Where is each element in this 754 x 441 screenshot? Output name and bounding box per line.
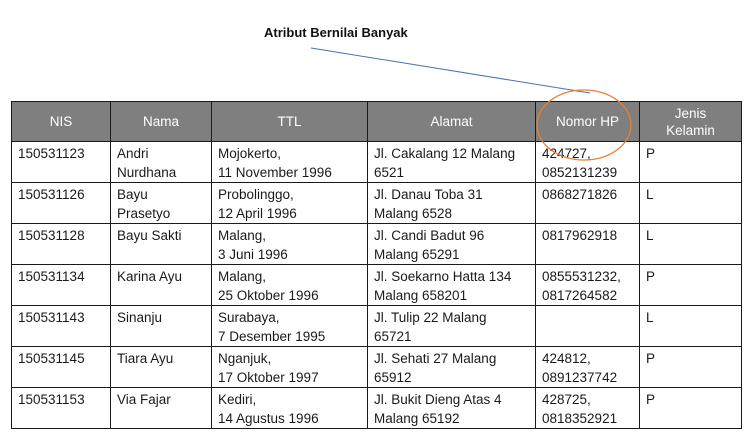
cell-jenis-kelamin: P	[639, 264, 742, 306]
header-nis: NIS	[11, 101, 111, 142]
cell-jenis-kelamin: L	[639, 182, 742, 224]
cell-nis: 150531128	[11, 223, 111, 265]
header-jenis-kelamin: Jenis Kelamin	[639, 101, 742, 142]
cell-nomor-hp: 424812, 0891237742	[535, 346, 640, 388]
table-header-row: NIS Nama TTL Alamat Nomor HP Jenis Kelam…	[11, 101, 742, 142]
cell-ttl: Mojokerto, 11 November 1996	[211, 141, 368, 183]
cell-nis: 150531123	[11, 141, 111, 183]
cell-jenis-kelamin: P	[639, 346, 742, 388]
cell-jenis-kelamin: L	[639, 223, 742, 265]
cell-alamat: Jl. Soekarno Hatta 134 Malang 658201	[367, 264, 536, 306]
header-alamat: Alamat	[367, 101, 536, 142]
table-row: 150531123 Andri Nurdhana Mojokerto, 11 N…	[11, 141, 742, 183]
cell-ttl: Surabaya, 7 Desember 1995	[211, 305, 368, 347]
cell-nis: 150531153	[11, 387, 111, 429]
cell-nomor-hp: 424727, 0852131239	[535, 141, 640, 183]
cell-nama: Tiara Ayu	[110, 346, 212, 388]
cell-nis: 150531134	[11, 264, 111, 306]
cell-ttl: Malang, 25 Oktober 1996	[211, 264, 368, 306]
table-row: 150531143 Sinanju Surabaya, 7 Desember 1…	[11, 305, 742, 347]
cell-ttl: Malang, 3 Juni 1996	[211, 223, 368, 265]
cell-nomor-hp	[535, 305, 640, 347]
cell-alamat: Jl. Bukit Dieng Atas 4 Malang 65192	[367, 387, 536, 429]
cell-nis: 150531145	[11, 346, 111, 388]
cell-jenis-kelamin: P	[639, 387, 742, 429]
cell-alamat: Jl. Danau Toba 31 Malang 6528	[367, 182, 536, 224]
cell-nama: Karina Ayu	[110, 264, 212, 306]
header-nomor-hp: Nomor HP	[535, 101, 640, 142]
cell-ttl: Kediri, 14 Agustus 1996	[211, 387, 368, 429]
annotation-label: Atribut Bernilai Banyak	[264, 25, 408, 40]
cell-nomor-hp: 0817962918	[535, 223, 640, 265]
table-row: 150531126 Bayu Prasetyo Probolinggo, 12 …	[11, 182, 742, 224]
table-row: 150531128 Bayu Sakti Malang, 3 Juni 1996…	[11, 223, 742, 265]
table-row: 150531153 Via Fajar Kediri, 14 Agustus 1…	[11, 387, 742, 429]
cell-nomor-hp: 0855531232, 0817264582	[535, 264, 640, 306]
cell-alamat: Jl. Tulip 22 Malang 65721	[367, 305, 536, 347]
cell-nama: Bayu Prasetyo	[110, 182, 212, 224]
cell-alamat: Jl. Candi Badut 96 Malang 65291	[367, 223, 536, 265]
cell-jenis-kelamin: L	[639, 305, 742, 347]
cell-alamat: Jl. Cakalang 12 Malang 6521	[367, 141, 536, 183]
cell-jenis-kelamin: P	[639, 141, 742, 183]
cell-nama: Sinanju	[110, 305, 212, 347]
header-ttl: TTL	[211, 101, 368, 142]
cell-nis: 150531143	[11, 305, 111, 347]
cell-nomor-hp: 0868271826	[535, 182, 640, 224]
cell-nama: Andri Nurdhana	[110, 141, 212, 183]
cell-nis: 150531126	[11, 182, 111, 224]
cell-ttl: Probolinggo, 12 April 1996	[211, 182, 368, 224]
pointer-line	[310, 47, 591, 94]
table-row: 150531145 Tiara Ayu Nganjuk, 17 Oktober …	[11, 346, 742, 388]
cell-alamat: Jl. Sehati 27 Malang 65912	[367, 346, 536, 388]
cell-nomor-hp: 428725, 0818352921	[535, 387, 640, 429]
header-nama: Nama	[110, 101, 212, 142]
cell-nama: Bayu Sakti	[110, 223, 212, 265]
table-row: 150531134 Karina Ayu Malang, 25 Oktober …	[11, 264, 742, 306]
cell-ttl: Nganjuk, 17 Oktober 1997	[211, 346, 368, 388]
student-table: NIS Nama TTL Alamat Nomor HP Jenis Kelam…	[11, 101, 742, 429]
cell-nama: Via Fajar	[110, 387, 212, 429]
